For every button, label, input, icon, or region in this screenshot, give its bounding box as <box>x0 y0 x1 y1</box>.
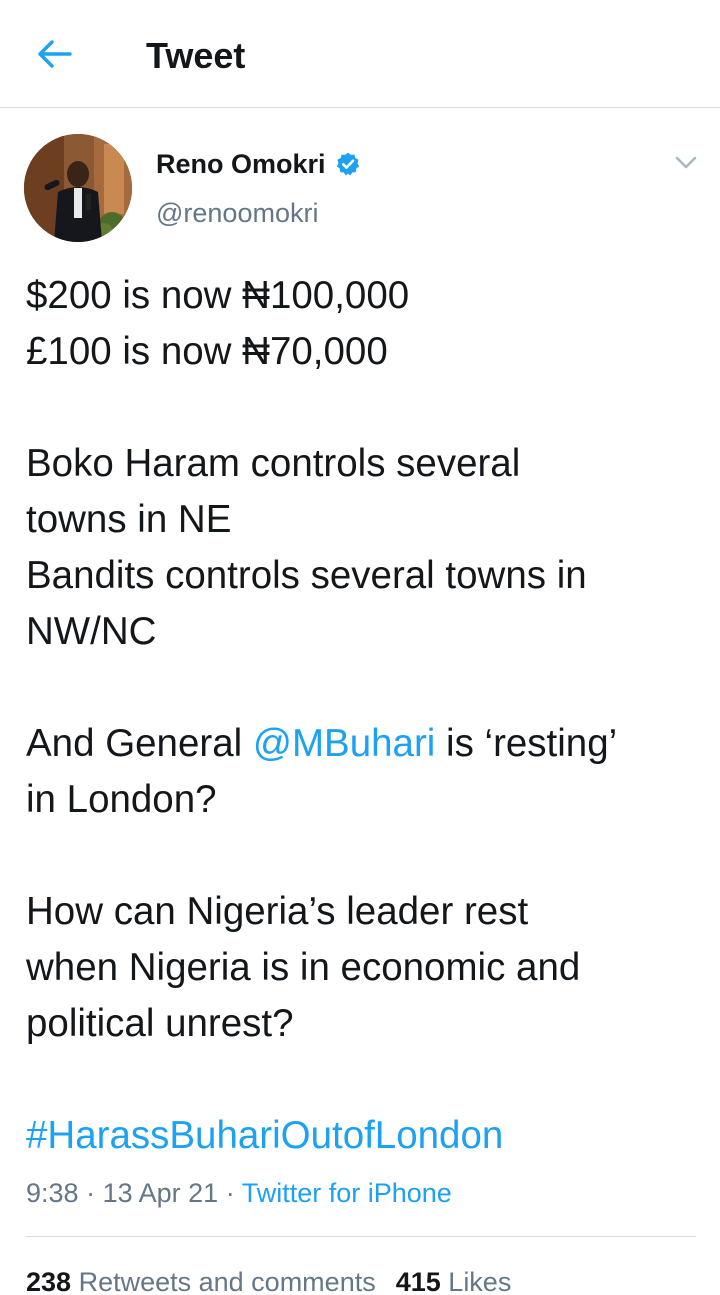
hashtag-link[interactable]: #HarassBuhariOutofLondon <box>26 1114 503 1157</box>
tweet-line: political unrest? <box>26 1002 294 1045</box>
tweet-line: when Nigeria is in economic and <box>26 946 581 989</box>
author-name: Reno Omokri <box>156 149 326 179</box>
verified-badge-icon <box>336 152 359 176</box>
likes-stat[interactable]: 415 Likes <box>396 1267 512 1295</box>
tweet-line-with-mention: And General @MBuhari is ‘resting’ <box>26 716 706 772</box>
tweet-metadata: 9:38 · 13 Apr 21 · Twitter for iPhone <box>26 1174 452 1212</box>
tweet-line: NW/NC <box>26 610 157 653</box>
tweet-line: £100 is now ₦70,000 <box>26 330 388 373</box>
tweet-body: $200 is now ₦100,000 £100 is now ₦70,000… <box>26 268 706 1164</box>
meta-separator: · <box>225 1178 235 1208</box>
top-bar: Tweet <box>0 0 720 108</box>
tweet-line: towns in NE <box>26 498 232 541</box>
tweet-time: 9:38 <box>26 1178 79 1208</box>
tweet-source-link[interactable]: Twitter for iPhone <box>242 1178 452 1208</box>
chevron-down-icon <box>675 156 697 169</box>
tweet-stats: 238 Retweets and comments 415 Likes <box>26 1262 511 1295</box>
arrow-left-icon <box>38 40 72 68</box>
retweets-label: Retweets and comments <box>78 1267 376 1295</box>
tweet-date: 13 Apr 21 <box>102 1178 219 1208</box>
likes-count: 415 <box>395 1267 441 1295</box>
back-button[interactable] <box>30 34 78 74</box>
meta-separator: · <box>86 1178 96 1208</box>
tweet-text-fragment: And General <box>26 722 253 765</box>
tweet-text-fragment: is ‘resting’ <box>435 722 618 765</box>
mention-link[interactable]: @MBuhari <box>253 722 435 765</box>
more-options-button[interactable] <box>668 148 704 178</box>
tweet-line: in London? <box>26 778 217 821</box>
divider <box>26 1236 696 1237</box>
tweet-line: $200 is now ₦100,000 <box>26 274 410 317</box>
tweet-line: How can Nigeria’s leader rest <box>26 890 529 933</box>
tweet-line-hashtag: #HarassBuhariOutofLondon <box>26 1108 706 1164</box>
page-title: Tweet <box>146 35 246 76</box>
author-handle[interactable]: @renoomokri <box>156 196 318 230</box>
tweet-line: Bandits controls several towns in <box>26 554 587 597</box>
author-name-row[interactable]: Reno Omokri <box>156 145 361 183</box>
avatar[interactable] <box>24 134 132 242</box>
retweets-count: 238 <box>26 1267 72 1295</box>
likes-label: Likes <box>448 1267 512 1295</box>
tweet-line: Boko Haram controls several <box>26 442 521 485</box>
retweets-stat[interactable]: 238 Retweets and comments <box>26 1267 376 1295</box>
